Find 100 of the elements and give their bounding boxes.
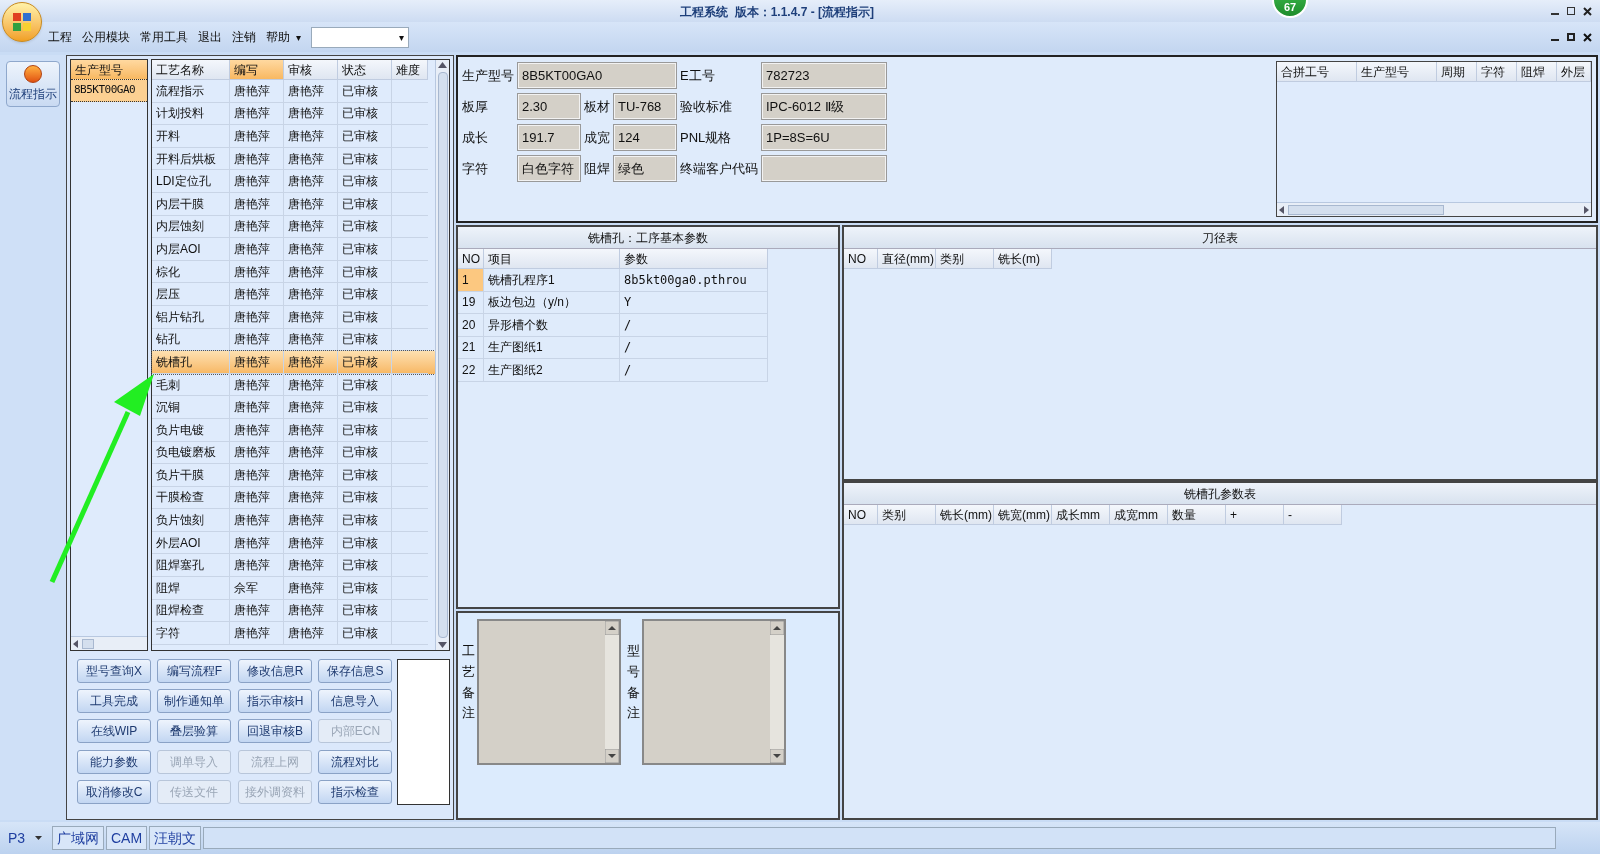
column-header[interactable]: 难度: [392, 60, 428, 80]
status-tab[interactable]: 广域网: [52, 826, 104, 850]
column-header[interactable]: 审核: [284, 60, 338, 80]
column-header[interactable]: 类别: [936, 249, 994, 269]
table-row[interactable]: 负片干膜 唐艳萍 唐艳萍 已审核: [152, 464, 435, 487]
table-row[interactable]: 开料 唐艳萍 唐艳萍 已审核: [152, 125, 435, 148]
column-header[interactable]: 工艺名称: [152, 60, 230, 80]
scroll-up-icon[interactable]: [770, 621, 784, 635]
column-header[interactable]: 铣长(m): [994, 249, 1052, 269]
status-tab[interactable]: 汪朝文: [149, 826, 202, 850]
table-row[interactable]: 计划投料 唐艳萍 唐艳萍 已审核: [152, 102, 435, 126]
field-value[interactable]: [762, 156, 886, 181]
action-button[interactable]: 编写流程F: [157, 659, 232, 683]
table-row[interactable]: 毛刺 唐艳萍 唐艳萍 已审核: [152, 373, 435, 397]
scroll-down-icon[interactable]: [770, 749, 784, 763]
field-value[interactable]: 8B5KT00GA0: [518, 63, 676, 88]
menu-item[interactable]: 工程: [48, 28, 72, 46]
table-row[interactable]: 阻焊塞孔 唐艳萍 唐艳萍 已审核: [152, 554, 435, 578]
model-item[interactable]: 8B5KT00GA0: [71, 80, 147, 102]
process-nav-button[interactable]: 流程指示: [6, 61, 60, 107]
field-value[interactable]: 白色字符: [518, 156, 580, 181]
status-tab[interactable]: CAM: [106, 826, 148, 850]
table-row[interactable]: 内层干膜 唐艳萍 唐艳萍 已审核: [152, 192, 435, 216]
table-row[interactable]: 外层AOI 唐艳萍 唐艳萍 已审核: [152, 531, 435, 555]
column-header[interactable]: 类别: [878, 505, 936, 525]
column-header[interactable]: 直径(mm): [878, 249, 936, 269]
action-button[interactable]: 指示检查: [318, 779, 393, 804]
table-row[interactable]: 字符 唐艳萍 唐艳萍 已审核: [152, 622, 435, 645]
column-header[interactable]: NO: [844, 505, 878, 525]
scrollbar[interactable]: [435, 60, 449, 650]
column-header[interactable]: 合拼工号: [1277, 62, 1357, 82]
table-row[interactable]: 内层蚀刻 唐艳萍 唐艳萍 已审核: [152, 215, 435, 239]
menu-overflow[interactable]: ▾: [296, 29, 301, 45]
menu-item[interactable]: 公用模块: [82, 28, 130, 46]
restore-icon[interactable]: [1567, 33, 1575, 41]
action-button[interactable]: 修改信息R: [238, 659, 312, 683]
scroll-thumb[interactable]: [437, 72, 448, 638]
scroll-left-icon[interactable]: [73, 639, 78, 648]
action-button[interactable]: 能力参数: [77, 749, 151, 774]
table-row[interactable]: 阻焊检查 唐艳萍 唐艳萍 已审核: [152, 599, 435, 623]
scroll-thumb[interactable]: [1288, 204, 1444, 215]
field-value[interactable]: 124: [614, 125, 676, 150]
column-header[interactable]: NO: [844, 249, 878, 269]
column-header[interactable]: -: [1284, 505, 1342, 525]
field-value[interactable]: 191.7: [518, 125, 580, 150]
column-header[interactable]: +: [1226, 505, 1284, 525]
menu-item[interactable]: 常用工具: [140, 28, 188, 46]
horizontal-scrollbar[interactable]: [1277, 202, 1591, 216]
menu-item[interactable]: 帮助: [266, 28, 290, 46]
column-header[interactable]: 字符: [1477, 62, 1517, 82]
action-button[interactable]: 制作通知单: [157, 689, 232, 714]
column-header[interactable]: 编写: [230, 60, 284, 80]
table-row[interactable]: 负电镀磨板 唐艳萍 唐艳萍 已审核: [152, 441, 435, 465]
action-button[interactable]: 流程对比: [318, 749, 393, 774]
menu-combo[interactable]: ▾: [311, 26, 409, 48]
column-header[interactable]: 生产型号: [71, 60, 147, 80]
action-button[interactable]: 型号查询X: [77, 659, 151, 683]
menu-item[interactable]: 退出: [198, 28, 222, 46]
field-value[interactable]: 1P=8S=6U: [762, 125, 886, 150]
close-icon[interactable]: [1583, 6, 1592, 16]
column-header[interactable]: 阻焊: [1517, 62, 1557, 82]
table-row[interactable]: 铝片钻孔 唐艳萍 唐艳萍 已审核: [152, 305, 435, 329]
column-header[interactable]: 外层: [1557, 62, 1591, 82]
table-row[interactable]: 铣槽孔 唐艳萍 唐艳萍 已审核: [152, 351, 435, 374]
table-row[interactable]: 流程指示 唐艳萍 唐艳萍 已审核: [152, 80, 435, 103]
column-header[interactable]: 成长mm: [1052, 505, 1110, 525]
field-value[interactable]: 2.30: [518, 94, 580, 119]
table-row[interactable]: 负片蚀刻 唐艳萍 唐艳萍 已审核: [152, 509, 435, 532]
scroll-up-icon[interactable]: [605, 621, 619, 635]
table-row[interactable]: 沉铜 唐艳萍 唐艳萍 已审核: [152, 396, 435, 419]
action-button[interactable]: 在线WIP: [77, 719, 151, 744]
scroll-up-icon[interactable]: [438, 62, 447, 68]
column-header[interactable]: 项目: [484, 249, 620, 269]
table-row[interactable]: 棕化 唐艳萍 唐艳萍 已审核: [152, 260, 435, 284]
scroll-right-icon[interactable]: [1584, 205, 1589, 214]
close-icon[interactable]: [1583, 32, 1592, 42]
action-button[interactable]: 叠层验算: [157, 719, 232, 744]
menu-item[interactable]: 注销: [232, 28, 256, 46]
table-row[interactable]: 开料后烘板 唐艳萍 唐艳萍 已审核: [152, 147, 435, 171]
column-header[interactable]: 周期: [1437, 62, 1477, 82]
column-header[interactable]: 铣长(mm): [936, 505, 994, 525]
notes-field[interactable]: [477, 619, 621, 765]
table-row[interactable]: 负片电镀 唐艳萍 唐艳萍 已审核: [152, 418, 435, 442]
table-row[interactable]: 层压 唐艳萍 唐艳萍 已审核: [152, 283, 435, 306]
column-header[interactable]: 状态: [338, 60, 392, 80]
table-row[interactable]: 内层AOI 唐艳萍 唐艳萍 已审核: [152, 238, 435, 261]
column-header[interactable]: 数量: [1168, 505, 1226, 525]
action-button[interactable]: 回退审核B: [238, 719, 312, 744]
column-header[interactable]: 生产型号: [1357, 62, 1437, 82]
status-selector[interactable]: P3: [0, 826, 50, 850]
field-value[interactable]: IPC-6012 Ⅱ级: [762, 94, 886, 119]
column-header[interactable]: 成宽mm: [1110, 505, 1168, 525]
field-value[interactable]: 782723: [762, 63, 886, 88]
scroll-thumb[interactable]: [82, 638, 94, 649]
action-button[interactable]: 保存信息S: [318, 659, 393, 683]
column-header[interactable]: 参数: [620, 249, 768, 269]
action-button[interactable]: 指示审核H: [238, 689, 312, 714]
field-value[interactable]: TU-768: [614, 94, 676, 119]
action-button[interactable]: 工具完成: [77, 689, 151, 714]
action-button[interactable]: 取消修改C: [77, 779, 151, 804]
